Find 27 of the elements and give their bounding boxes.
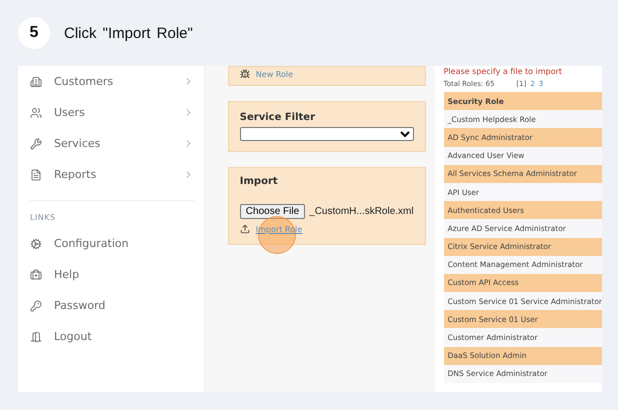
step-instruction: Click "Import Role" [64,24,193,42]
users-icon [30,106,42,118]
service-filter-select[interactable] [240,127,414,141]
sidebar-item[interactable]: Customers [30,66,194,97]
door-icon [30,330,42,342]
upload-icon [240,224,250,234]
error-message: Please specify a file to import [444,66,564,76]
sidebar-item[interactable]: Users [30,97,194,128]
choose-file-button[interactable]: Choose File [240,204,306,219]
panel-title: Service Filter [240,112,316,123]
sidebar-link[interactable]: Configuration [30,228,194,259]
sidebar-item[interactable]: Reports [30,159,194,190]
document-icon [30,168,42,180]
sidebar-item[interactable]: Services [30,128,194,159]
sidebar-link[interactable]: Logout [30,321,194,352]
wrench-icon [30,138,42,150]
step-number: 5 [18,17,50,49]
bug-icon [240,69,250,79]
building-icon [30,76,42,88]
sidebar-link[interactable]: Help [30,259,194,290]
sidebar-link[interactable]: Password [30,290,194,321]
file-name: _CustomH...skRole.xml [309,206,414,217]
gear-icon [30,238,42,250]
key-icon [30,300,42,312]
section-heading: LINKS [30,212,57,224]
medical-kit-icon [30,268,42,280]
panel-title: Import [240,176,279,187]
